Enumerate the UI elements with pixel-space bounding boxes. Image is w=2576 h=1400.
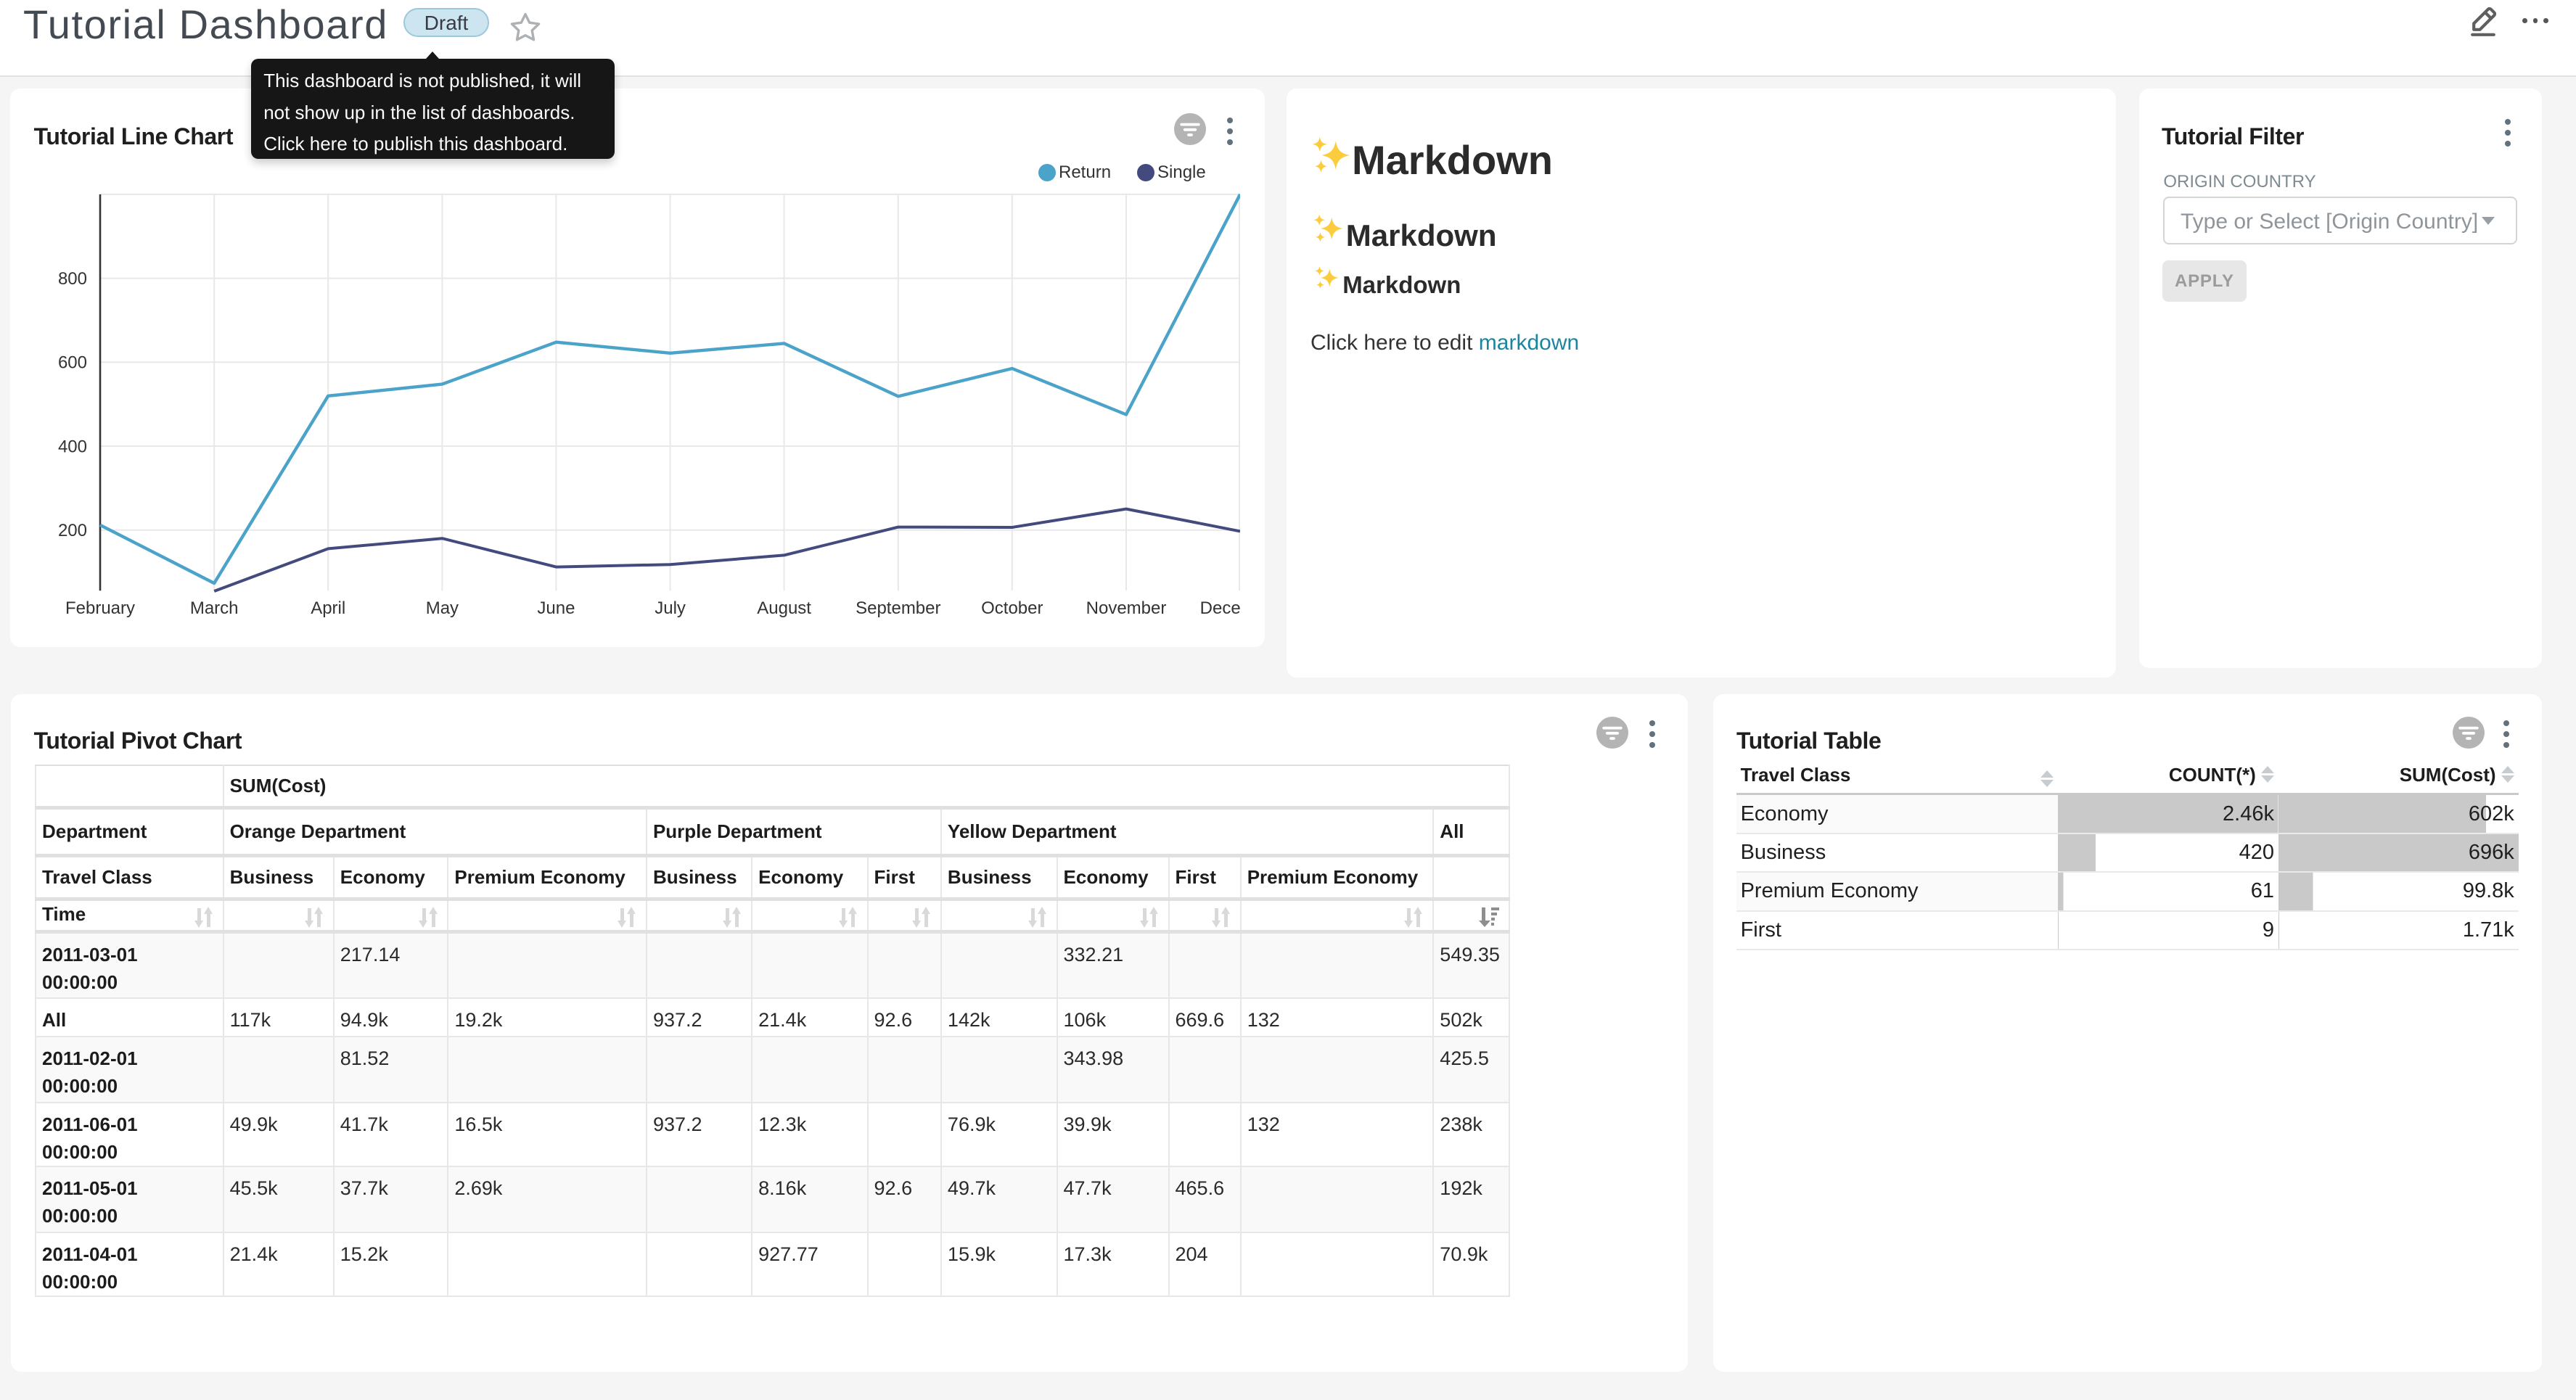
svg-text:July: July — [655, 598, 686, 618]
svg-text:200: 200 — [58, 521, 87, 540]
svg-text:March: March — [190, 598, 239, 618]
svg-text:800: 800 — [58, 269, 87, 289]
svg-text:April: April — [311, 598, 345, 618]
svg-text:September: September — [856, 598, 940, 618]
svg-text:June: June — [537, 598, 575, 618]
svg-text:May: May — [426, 598, 459, 618]
svg-text:November: November — [1086, 598, 1167, 618]
svg-text:February: February — [65, 598, 135, 618]
svg-text:400: 400 — [58, 437, 87, 456]
svg-text:December: December — [1200, 598, 1240, 618]
svg-text:600: 600 — [58, 353, 87, 373]
svg-text:October: October — [981, 598, 1043, 618]
svg-text:August: August — [757, 598, 811, 618]
